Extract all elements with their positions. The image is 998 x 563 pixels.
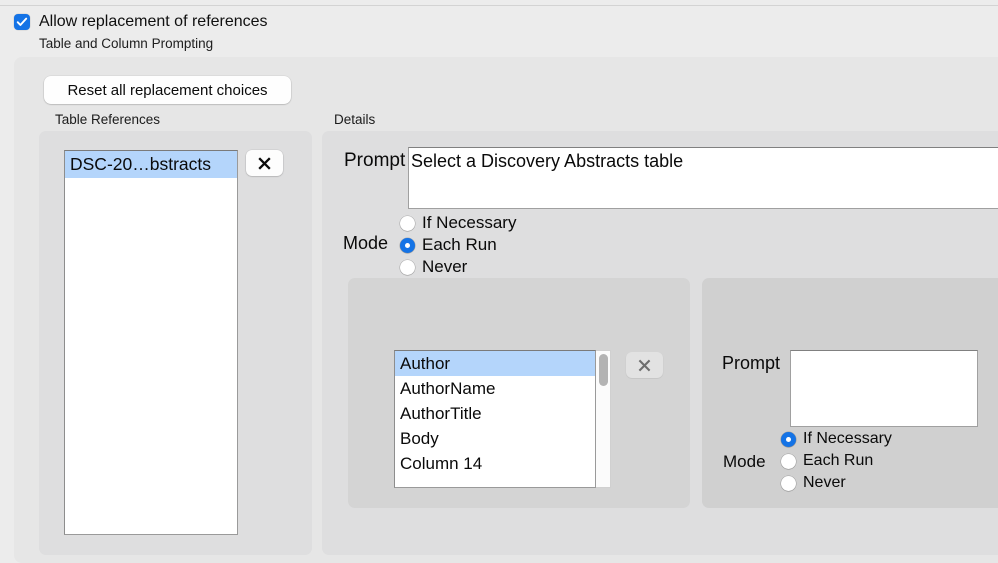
scrollbar-thumb[interactable] xyxy=(599,354,608,386)
checkmark-icon xyxy=(16,16,28,28)
remove-table-reference-button[interactable] xyxy=(246,150,283,176)
table-mode-option-each-run[interactable]: Each Run xyxy=(400,235,497,255)
radio-icon[interactable] xyxy=(781,476,796,491)
column-mode-option-each-run[interactable]: Each Run xyxy=(781,452,873,470)
window-top-divider xyxy=(0,5,998,6)
list-item[interactable]: AuthorTitle xyxy=(395,401,595,426)
column-references-list[interactable]: Author AuthorName AuthorTitle Body Colum… xyxy=(394,350,596,488)
remove-column-reference-button[interactable] xyxy=(626,352,663,378)
section-subtitle: Table and Column Prompting xyxy=(39,36,213,51)
list-item[interactable]: Body xyxy=(395,426,595,451)
column-mode-option-label: Each Run xyxy=(803,452,873,470)
column-mode-option-label: If Necessary xyxy=(803,430,892,448)
radio-icon[interactable] xyxy=(781,454,796,469)
list-item[interactable]: Author xyxy=(395,351,595,376)
allow-replacement-checkbox-row[interactable]: Allow replacement of references xyxy=(14,14,268,30)
list-item[interactable]: Column 14 xyxy=(395,451,595,476)
table-mode-option-label: Each Run xyxy=(422,235,497,255)
allow-replacement-checkbox[interactable] xyxy=(14,14,30,30)
column-mode-label: Mode xyxy=(723,452,766,472)
column-mode-option-label: Never xyxy=(803,474,846,492)
table-references-caption: Table References xyxy=(55,112,160,127)
column-mode-option-if-necessary[interactable]: If Necessary xyxy=(781,430,892,448)
column-prompt-input[interactable] xyxy=(790,350,978,427)
table-prompt-input[interactable]: Select a Discovery Abstracts table xyxy=(408,147,998,209)
table-mode-option-label: Never xyxy=(422,257,467,277)
list-item[interactable]: AuthorName xyxy=(395,376,595,401)
column-prompt-label: Prompt xyxy=(722,353,780,374)
column-mode-option-never[interactable]: Never xyxy=(781,474,846,492)
close-x-icon xyxy=(256,155,273,172)
list-item[interactable]: DSC-20…bstracts xyxy=(65,151,237,178)
table-mode-option-if-necessary[interactable]: If Necessary xyxy=(400,213,516,233)
table-mode-option-label: If Necessary xyxy=(422,213,516,233)
close-x-icon xyxy=(636,357,653,374)
table-references-list[interactable]: DSC-20…bstracts xyxy=(64,150,238,535)
table-details-caption: Details xyxy=(334,112,375,127)
column-references-scrollbar[interactable] xyxy=(596,350,611,488)
radio-icon[interactable] xyxy=(400,216,415,231)
allow-replacement-label: Allow replacement of references xyxy=(39,14,268,30)
table-mode-label: Mode xyxy=(343,233,388,254)
radio-icon-selected[interactable] xyxy=(781,432,796,447)
table-prompt-label: Prompt xyxy=(344,150,405,172)
table-mode-option-never[interactable]: Never xyxy=(400,257,467,277)
radio-icon[interactable] xyxy=(400,260,415,275)
radio-icon-selected[interactable] xyxy=(400,238,415,253)
reset-all-replacement-choices-button[interactable]: Reset all replacement choices xyxy=(44,76,291,104)
